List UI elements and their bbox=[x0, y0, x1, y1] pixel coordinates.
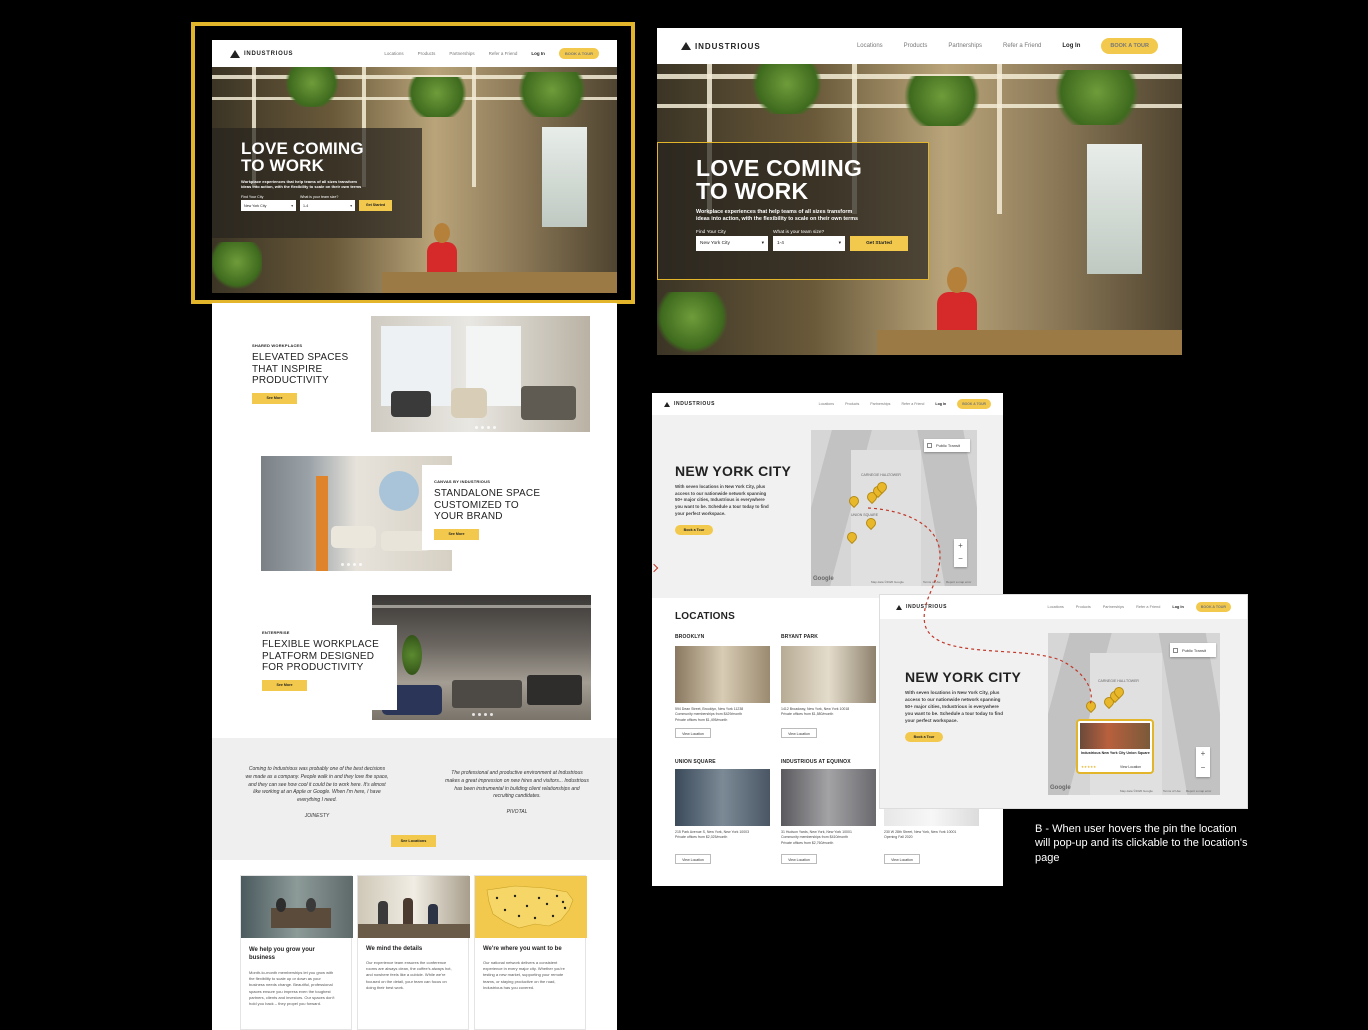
main-nav: Locations Products Partnerships Refer a … bbox=[857, 38, 1158, 54]
logo-icon bbox=[681, 42, 691, 50]
city-page-hover: INDUSTRIOUS Locations Products Partnersh… bbox=[879, 594, 1248, 809]
nav-refer[interactable]: Refer a Friend bbox=[901, 402, 924, 406]
city-title: NEW YORK CITY bbox=[675, 463, 792, 479]
nav-login[interactable]: Log In bbox=[531, 51, 545, 56]
nav-locations[interactable]: Locations bbox=[1048, 605, 1064, 609]
nav-login[interactable]: Log In bbox=[935, 402, 946, 406]
nav-locations[interactable]: Locations bbox=[819, 402, 834, 406]
feature-card-grow: We help you grow your business Month-to-m… bbox=[240, 875, 353, 1030]
nav-login[interactable]: Log In bbox=[1172, 605, 1183, 609]
nav-locations[interactable]: Locations bbox=[384, 51, 403, 56]
nav-products[interactable]: Products bbox=[418, 51, 436, 56]
city-map[interactable]: Public Transit CARNEGIE HALL TOWER Indus… bbox=[1048, 633, 1220, 795]
nav-refer[interactable]: Refer a Friend bbox=[1136, 605, 1160, 609]
logo[interactable]: INDUSTRIOUS bbox=[681, 42, 761, 51]
view-location-button[interactable]: View Location bbox=[781, 728, 817, 738]
view-location-button[interactable]: View Location bbox=[675, 728, 711, 738]
main-nav: Locations Products Partnerships Refer a … bbox=[384, 48, 599, 59]
team-select[interactable]: 1-4 ▾ bbox=[773, 236, 845, 252]
logo-icon bbox=[230, 49, 240, 58]
main-nav: Locations Products Partnerships Refer a … bbox=[819, 399, 991, 409]
nav-partnerships[interactable]: Partnerships bbox=[948, 43, 982, 49]
get-started-button[interactable]: Get Started bbox=[850, 236, 908, 252]
nav-refer[interactable]: Refer a Friend bbox=[489, 51, 518, 56]
see-locations-button[interactable]: See Locations bbox=[391, 835, 436, 847]
public-transit-toggle[interactable]: Public Transit bbox=[1170, 643, 1216, 657]
book-tour-button[interactable]: Book a Tour bbox=[675, 525, 713, 536]
nav-partnerships[interactable]: Partnerships bbox=[870, 402, 890, 406]
locations-heading: LOCATIONS bbox=[675, 611, 735, 622]
main-nav: Locations Products Partnerships Refer a … bbox=[1048, 602, 1231, 612]
see-more-button[interactable]: See More bbox=[434, 528, 479, 540]
logo[interactable]: INDUSTRIOUS bbox=[896, 604, 947, 610]
annotation-note: B - When user hovers the pin the locatio… bbox=[1035, 823, 1248, 864]
feature-card-details: We mind the details Our experience team … bbox=[357, 875, 470, 1030]
zoom-out-icon[interactable]: − bbox=[958, 552, 963, 565]
book-tour-button[interactable]: BOOK A TOUR bbox=[1101, 38, 1158, 54]
book-tour-button[interactable]: BOOK A TOUR bbox=[1195, 602, 1231, 612]
us-map-icon bbox=[486, 885, 574, 929]
testimonial-2: The professional and productive environm… bbox=[445, 770, 589, 815]
view-location-button[interactable]: View Location bbox=[884, 854, 920, 864]
logo[interactable]: INDUSTRIOUS bbox=[664, 401, 715, 407]
zoom-out-icon[interactable]: − bbox=[1201, 761, 1206, 775]
zoom-in-icon[interactable]: + bbox=[1201, 747, 1206, 761]
location-popup[interactable]: Industrious New York City Union Square ★… bbox=[1076, 719, 1154, 774]
hero-title-2: TO WORK bbox=[241, 156, 325, 175]
nav-locations[interactable]: Locations bbox=[857, 43, 883, 49]
hero-title-2: TO WORK bbox=[696, 178, 809, 204]
hero-overlay: LOVE COMING TO WORK Workplace experiences… bbox=[657, 142, 929, 280]
zoom-control[interactable]: + − bbox=[954, 539, 967, 567]
enterprise-photo bbox=[372, 595, 591, 720]
testimonials: Coming to Industrious was probably one o… bbox=[212, 738, 617, 860]
see-more-button[interactable]: See More bbox=[252, 392, 297, 404]
site-header: INDUSTRIOUS Locations Products Partnersh… bbox=[880, 595, 1247, 619]
city-select[interactable]: New York City ▾ bbox=[241, 200, 296, 212]
hero-overlay: LOVE COMING TO WORK Workplace experiences… bbox=[212, 128, 422, 238]
home-hero-large: INDUSTRIOUS Locations Products Partnersh… bbox=[657, 28, 1182, 355]
book-tour-button[interactable]: BOOK A TOUR bbox=[558, 48, 599, 59]
city-title: NEW YORK CITY bbox=[905, 669, 1022, 685]
see-more-button[interactable]: See More bbox=[262, 679, 307, 691]
site-header: INDUSTRIOUS Locations Products Partnersh… bbox=[652, 393, 1003, 415]
zoom-in-icon[interactable]: + bbox=[958, 539, 963, 552]
chevron-down-icon: ▾ bbox=[761, 241, 764, 247]
chevron-down-icon: ▾ bbox=[838, 241, 841, 247]
view-location-button[interactable]: View Location bbox=[675, 854, 711, 864]
nav-refer[interactable]: Refer a Friend bbox=[1003, 43, 1041, 49]
view-location-button[interactable]: View Location bbox=[781, 854, 817, 864]
nav-partnerships[interactable]: Partnerships bbox=[449, 51, 474, 56]
design-board: INDUSTRIOUS Locations Products Partnersh… bbox=[0, 0, 1368, 1030]
book-tour-button[interactable]: Book a Tour bbox=[905, 731, 943, 742]
nav-login[interactable]: Log In bbox=[1062, 43, 1080, 49]
nav-products[interactable]: Products bbox=[904, 43, 928, 49]
city-map[interactable]: Public Transit CARNEGIE HALL TOWER UNION… bbox=[811, 430, 977, 586]
home-hero-small: INDUSTRIOUS Locations Products Partnersh… bbox=[212, 40, 617, 293]
city-select[interactable]: New York City ▾ bbox=[696, 236, 768, 252]
team-select[interactable]: 1-4 ▾ bbox=[300, 200, 355, 212]
logo[interactable]: INDUSTRIOUS bbox=[230, 49, 293, 58]
zoom-control[interactable]: + − bbox=[1196, 747, 1210, 777]
shared-photo bbox=[371, 316, 590, 432]
testimonial-1: Coming to Industrious was probably one o… bbox=[245, 766, 389, 819]
nav-products[interactable]: Products bbox=[1076, 605, 1091, 609]
public-transit-toggle[interactable]: Public Transit bbox=[924, 439, 970, 452]
nav-partnerships[interactable]: Partnerships bbox=[1103, 605, 1124, 609]
section-canvas: CANVAS BY INDUSTRIOUS STANDALONE SPACE CU… bbox=[212, 445, 617, 585]
chevron-down-icon: ▾ bbox=[350, 203, 352, 208]
chevron-down-icon: ▾ bbox=[291, 203, 293, 208]
section-shared: SHARED WORKPLACES ELEVATED SPACES THAT IN… bbox=[212, 303, 617, 443]
logo-icon bbox=[664, 401, 670, 407]
section-enterprise: ENTERPRISE FLEXIBLE WORKPLACE PLATFORM DE… bbox=[212, 590, 617, 730]
logo-icon bbox=[896, 604, 902, 610]
get-started-button[interactable]: Get Started bbox=[359, 200, 392, 212]
site-header: INDUSTRIOUS Locations Products Partnersh… bbox=[212, 40, 617, 67]
nav-products[interactable]: Products bbox=[845, 402, 859, 406]
feature-card-network: We're where you want to be Our national … bbox=[474, 875, 587, 1030]
site-header: INDUSTRIOUS Locations Products Partnersh… bbox=[657, 28, 1182, 64]
book-tour-button[interactable]: BOOK A TOUR bbox=[957, 399, 991, 409]
